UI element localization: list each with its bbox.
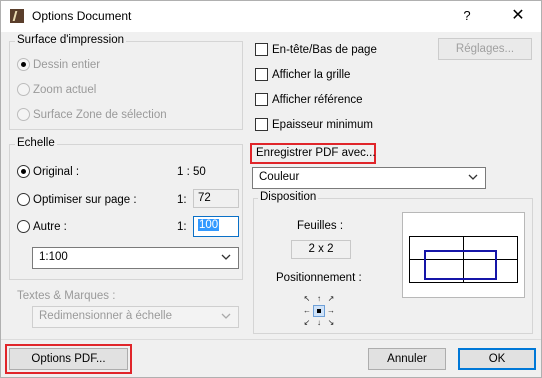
layout-group-label: Disposition xyxy=(258,191,319,203)
scale-preset-select[interactable]: 1:100 xyxy=(32,247,239,269)
dialog-title: Options Document xyxy=(32,9,132,23)
checkbox-label: Afficher référence xyxy=(272,93,363,106)
radio-indicator xyxy=(17,220,30,233)
radio-label: Dessin entier xyxy=(33,58,101,71)
arrow-down-right-icon[interactable]: ↘ xyxy=(325,317,337,329)
radio-indicator xyxy=(17,108,30,121)
fit-page-value: 72 xyxy=(198,192,211,204)
pages-value-field: 2 x 2 xyxy=(291,240,351,259)
other-scale-value: 100 xyxy=(198,219,220,231)
checkbox-show-grid[interactable]: Afficher la grille xyxy=(255,68,350,81)
arrow-up-right-icon[interactable]: ↗ xyxy=(325,293,337,305)
radio-selection-area[interactable]: Surface Zone de sélection xyxy=(17,108,167,121)
chevron-down-icon xyxy=(468,174,478,180)
close-button[interactable]: ✕ xyxy=(503,5,533,27)
ok-button[interactable]: OK xyxy=(458,348,536,370)
archicad-app-icon xyxy=(10,9,24,23)
checkbox-box xyxy=(255,93,268,106)
footer-separator xyxy=(1,339,541,340)
radio-label: Autre : xyxy=(33,220,67,233)
radio-indicator xyxy=(17,58,30,71)
texts-marks-select[interactable]: Redimensionner à échelle xyxy=(32,306,239,328)
checkbox-box xyxy=(255,118,268,131)
pages-label: Feuilles : xyxy=(297,220,344,232)
texts-marks-label: Textes & Marques : xyxy=(17,290,116,302)
radio-indicator xyxy=(17,193,30,206)
title-bar: Options Document ? ✕ xyxy=(1,1,541,32)
center-position-icon[interactable] xyxy=(313,305,325,317)
checkbox-box xyxy=(255,43,268,56)
fit-page-prefix: 1: xyxy=(177,194,187,206)
radio-label: Optimiser sur page : xyxy=(33,193,137,206)
radio-current-zoom[interactable]: Zoom actuel xyxy=(17,83,96,96)
arrow-up-left-icon[interactable]: ↖ xyxy=(301,293,313,305)
checkbox-label: Epaisseur minimum xyxy=(272,118,373,131)
radio-entire-drawing[interactable]: Dessin entier xyxy=(17,58,100,71)
radio-label: Surface Zone de sélection xyxy=(33,108,167,121)
scale-preset-value: 1:100 xyxy=(39,251,68,263)
pdf-options-highlight xyxy=(5,344,132,374)
radio-other[interactable]: Autre : xyxy=(17,220,67,233)
other-prefix: 1: xyxy=(177,221,187,233)
arrow-down-icon[interactable]: ↓ xyxy=(313,317,325,329)
checkbox-show-reference[interactable]: Afficher référence xyxy=(255,93,363,106)
radio-original[interactable]: Original : xyxy=(17,165,79,178)
original-scale-value: 1 : 50 xyxy=(177,166,206,178)
arrow-down-left-icon[interactable]: ↙ xyxy=(301,317,313,329)
options-document-dialog: Options Document ? ✕ Surface d'impressio… xyxy=(0,0,542,378)
checkbox-label: En-tête/Bas de page xyxy=(272,43,377,56)
save-pdf-color-select[interactable]: Couleur xyxy=(252,167,486,189)
help-button[interactable]: ? xyxy=(453,5,481,27)
texts-marks-value: Redimensionner à échelle xyxy=(39,310,172,322)
chevron-down-icon xyxy=(221,254,231,260)
pages-value: 2 x 2 xyxy=(308,243,334,255)
checkbox-header-footer[interactable]: En-tête/Bas de page xyxy=(255,43,377,56)
checkbox-label: Afficher la grille xyxy=(272,68,351,81)
positioning-control[interactable]: ↖ ↑ ↗ ← → ↙ ↓ ↘ xyxy=(301,293,337,329)
arrow-right-icon[interactable]: → xyxy=(325,305,337,317)
settings-button[interactable]: Réglages... xyxy=(438,38,532,60)
positioning-label: Positionnement : xyxy=(276,272,362,284)
radio-indicator xyxy=(17,83,30,96)
save-pdf-color-value: Couleur xyxy=(259,171,300,183)
arrow-up-icon[interactable]: ↑ xyxy=(313,293,325,305)
cancel-button[interactable]: Annuler xyxy=(368,348,446,370)
radio-indicator xyxy=(17,165,30,178)
other-scale-input[interactable]: 100 xyxy=(193,216,239,237)
layout-preview-graphic xyxy=(409,236,518,283)
radio-fit-page[interactable]: Optimiser sur page : xyxy=(17,193,137,206)
chevron-down-icon xyxy=(221,313,231,319)
checkbox-box xyxy=(255,68,268,81)
checkbox-min-thickness[interactable]: Epaisseur minimum xyxy=(255,118,373,131)
layout-preview xyxy=(402,212,525,298)
scale-group-label: Echelle xyxy=(15,137,57,149)
radio-label: Zoom actuel xyxy=(33,83,97,96)
fit-page-value-field[interactable]: 72 xyxy=(193,189,239,208)
print-area-group-label: Surface d'impression xyxy=(15,34,127,46)
save-pdf-label: Enregistrer PDF avec... xyxy=(256,147,376,159)
arrow-left-icon[interactable]: ← xyxy=(301,305,313,317)
radio-label: Original : xyxy=(33,165,80,178)
